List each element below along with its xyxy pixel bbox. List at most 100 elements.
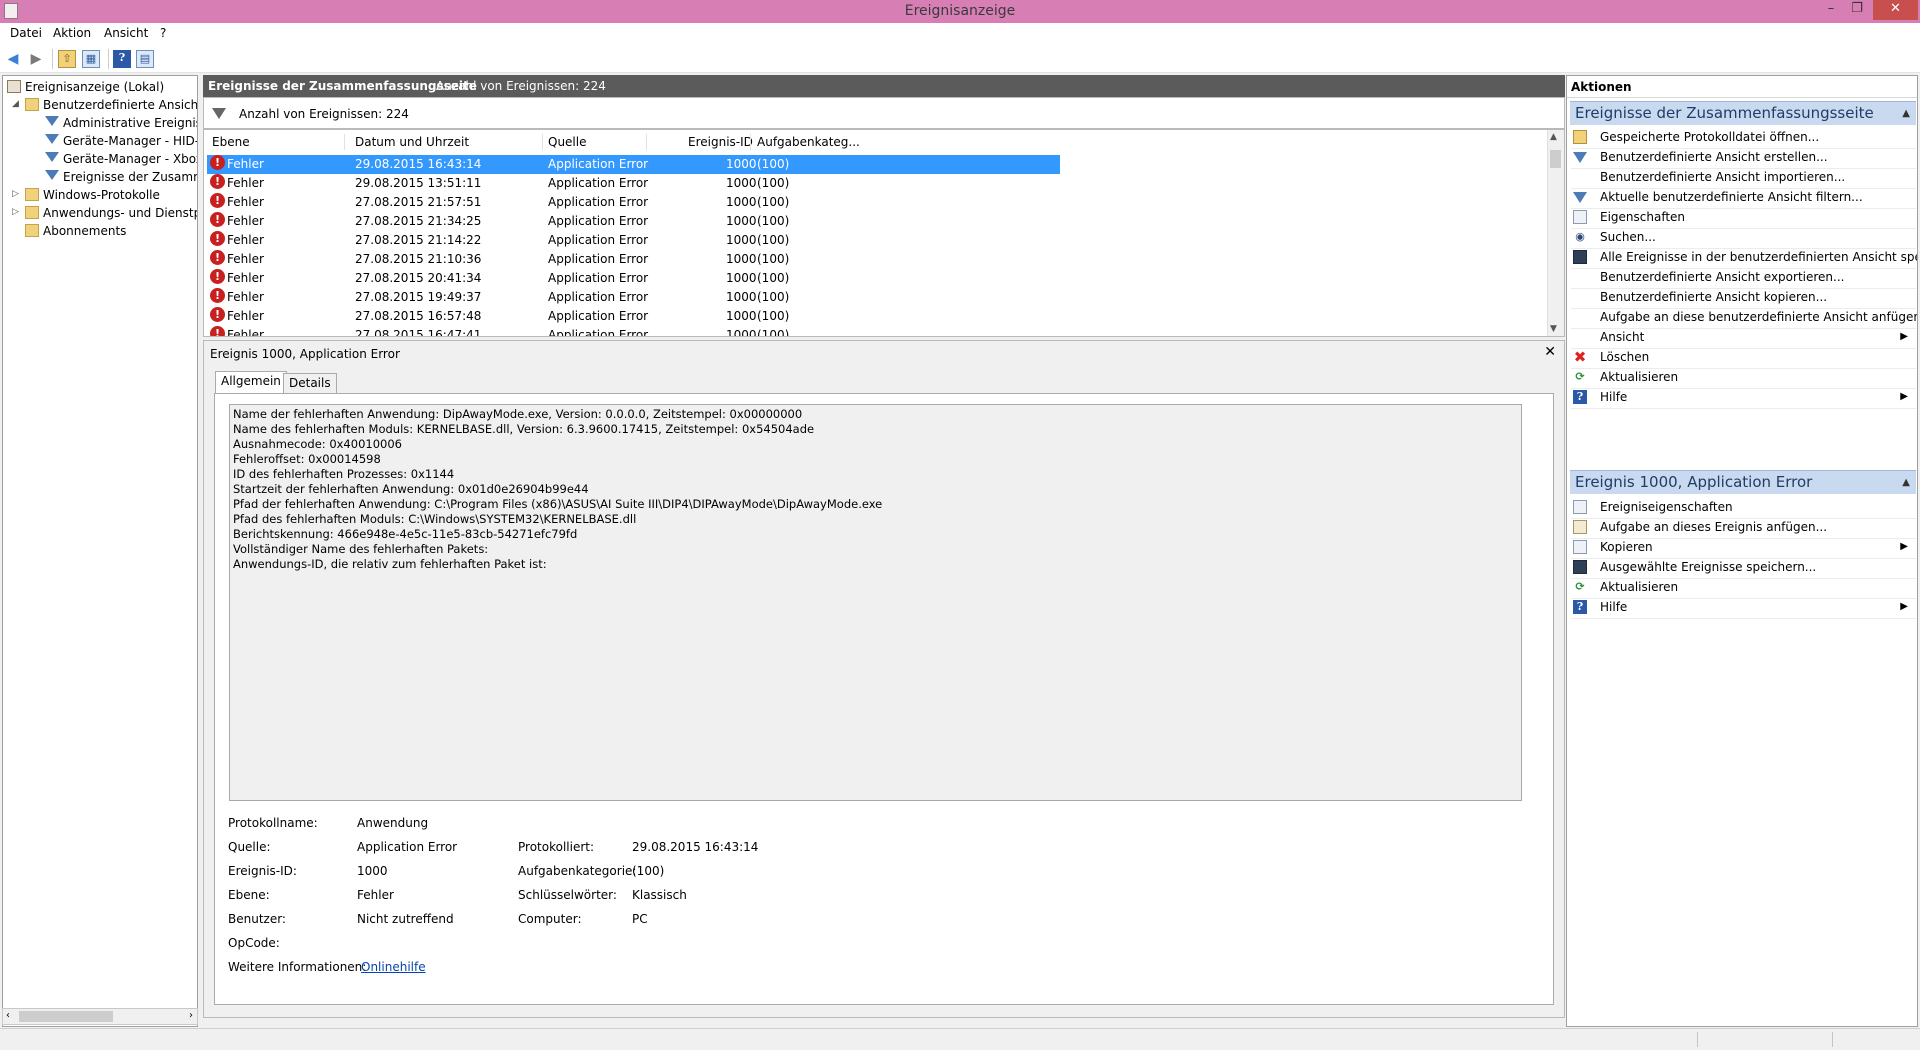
- action-item[interactable]: Alle Ereignisse in der benutzerdefiniert…: [1571, 247, 1917, 269]
- collapse-icon[interactable]: ▲: [1902, 102, 1910, 125]
- action-item[interactable]: ⟳ Aktualisieren: [1571, 367, 1916, 389]
- scroll-left-icon[interactable]: ‹: [6, 1010, 10, 1021]
- action-item[interactable]: Ansicht ▶: [1571, 327, 1916, 349]
- close-icon[interactable]: ✕: [1544, 344, 1556, 360]
- action-item[interactable]: Benutzerdefinierte Ansicht erstellen...: [1571, 147, 1916, 169]
- back-arrow-icon[interactable]: ◀: [3, 49, 23, 69]
- tree-item-admin-events[interactable]: Administrative Ereignisse: [45, 114, 197, 132]
- column-header-category[interactable]: Aufgabenkateg...: [757, 135, 860, 149]
- forward-arrow-icon[interactable]: ▶: [26, 49, 46, 69]
- menu-ansicht[interactable]: Ansicht: [104, 26, 148, 40]
- action-item[interactable]: ◉ Suchen...: [1571, 227, 1916, 249]
- scroll-thumb[interactable]: [19, 1011, 113, 1022]
- tree-item-xbox[interactable]: Geräte-Manager - Xbox 360: [45, 150, 197, 168]
- cell-event-id: 1000: [726, 271, 757, 285]
- action-item[interactable]: Aktuelle benutzerdefinierte Ansicht filt…: [1571, 187, 1916, 209]
- action-item[interactable]: Ausgewählte Ereignisse speichern...: [1571, 557, 1916, 579]
- menu-aktion[interactable]: Aktion: [53, 26, 91, 40]
- tree-horizontal-scrollbar[interactable]: ‹ ›: [2, 1008, 198, 1025]
- actions-section-view[interactable]: Ereignisse der Zusammenfassungsseite ▲: [1570, 101, 1916, 125]
- column-header-date[interactable]: Datum und Uhrzeit: [355, 135, 469, 149]
- submenu-arrow-icon: ▶: [1900, 601, 1908, 612]
- cell-level: Fehler: [227, 157, 264, 171]
- action-item[interactable]: Aufgabe an diese benutzerdefinierte Ansi…: [1571, 307, 1917, 329]
- error-icon: !: [210, 174, 225, 189]
- action-item[interactable]: ? Hilfe ▶: [1571, 597, 1916, 619]
- cell-source: Application Error: [548, 290, 649, 304]
- column-header-level[interactable]: Ebene: [212, 135, 250, 149]
- scroll-right-icon[interactable]: ›: [189, 1010, 193, 1021]
- action-label: Ansicht: [1600, 330, 1645, 344]
- tree-item-app-logs[interactable]: Anwendungs- und Dienstprotokolle: [25, 204, 197, 222]
- action-pane-icon[interactable]: ▤: [136, 50, 154, 68]
- table-row[interactable]: ! Fehler 29.08.2015 16:43:14 Application Er…: [207, 155, 1060, 174]
- action-item[interactable]: ✖ Löschen: [1571, 347, 1916, 369]
- message-line: Pfad der fehlerhaften Anwendung: C:\Prog…: [233, 497, 883, 511]
- actions-title: Aktionen: [1567, 76, 1917, 98]
- error-icon: !: [210, 307, 225, 322]
- column-separator[interactable]: [344, 134, 345, 150]
- minimize-button[interactable]: –: [1819, 0, 1843, 20]
- table-row[interactable]: ! Fehler 29.08.2015 13:51:11 Application Er…: [207, 174, 1060, 193]
- action-item[interactable]: Kopieren ▶: [1571, 537, 1916, 559]
- column-header-event-id[interactable]: Ereignis-ID: [688, 135, 753, 149]
- cell-source: Application Error: [548, 252, 649, 266]
- tree-item-summary-events[interactable]: Ereignisse der Zusammenfassungsseite: [45, 168, 197, 186]
- cell-source: Application Error: [548, 214, 649, 228]
- event-message[interactable]: Name der fehlerhaften Anwendung: DipAway…: [229, 404, 1522, 801]
- help-icon[interactable]: ?: [113, 50, 131, 68]
- action-item[interactable]: Benutzerdefinierte Ansicht importieren..…: [1571, 167, 1916, 189]
- action-item[interactable]: Ereigniseigenschaften: [1571, 497, 1916, 519]
- scroll-down-icon[interactable]: ▼: [1550, 324, 1557, 334]
- tab-details[interactable]: Details: [283, 373, 337, 394]
- table-row[interactable]: ! Fehler 27.08.2015 16:57:48 Application Er…: [207, 307, 1060, 326]
- table-row[interactable]: ! Fehler 27.08.2015 21:57:51 Application Er…: [207, 193, 1060, 212]
- cell-category: (100): [757, 176, 790, 190]
- table-row[interactable]: ! Fehler 27.08.2015 20:41:34 Application Er…: [207, 269, 1060, 288]
- column-separator[interactable]: [542, 134, 543, 150]
- action-item[interactable]: ⟳ Aktualisieren: [1571, 577, 1916, 599]
- collapse-icon[interactable]: ◢: [12, 99, 19, 109]
- action-item[interactable]: Benutzerdefinierte Ansicht kopieren...: [1571, 287, 1916, 309]
- tree-item-hid-mouse[interactable]: Geräte-Manager - HID-konforme Maus: [45, 132, 197, 150]
- action-item[interactable]: Aufgabe an dieses Ereignis anfügen...: [1571, 517, 1916, 539]
- online-help-link[interactable]: Onlinehilfe: [361, 960, 426, 974]
- tab-allgemein[interactable]: Allgemein: [215, 371, 287, 394]
- restore-button[interactable]: ❐: [1845, 0, 1869, 20]
- collapse-icon[interactable]: ▲: [1902, 471, 1910, 494]
- column-separator[interactable]: [646, 134, 647, 150]
- column-separator[interactable]: [750, 134, 751, 150]
- cell-level: Fehler: [227, 309, 264, 323]
- scroll-thumb[interactable]: [1550, 150, 1561, 168]
- table-row[interactable]: ! Fehler 27.08.2015 21:14:22 Application Er…: [207, 231, 1060, 250]
- close-button[interactable]: ✕: [1873, 0, 1918, 20]
- prop-source-label: Quelle:: [228, 840, 271, 854]
- tree-item-custom-views[interactable]: Benutzerdefinierte Ansichten: [25, 96, 197, 114]
- actions-section-event[interactable]: Ereignis 1000, Application Error ▲: [1570, 470, 1916, 494]
- action-item[interactable]: Benutzerdefinierte Ansicht exportieren..…: [1571, 267, 1916, 289]
- console-tree-icon[interactable]: ▦: [82, 50, 100, 68]
- action-item[interactable]: Eigenschaften: [1571, 207, 1916, 229]
- table-row[interactable]: ! Fehler 27.08.2015 21:34:25 Application Er…: [207, 212, 1060, 231]
- prop-computer-label: Computer:: [518, 912, 582, 926]
- table-row[interactable]: ! Fehler 27.08.2015 19:49:37 Application Er…: [207, 288, 1060, 307]
- list-vertical-scrollbar[interactable]: ▲ ▼: [1547, 130, 1564, 336]
- message-line: Name der fehlerhaften Anwendung: DipAway…: [233, 407, 803, 421]
- column-header-source[interactable]: Quelle: [548, 135, 586, 149]
- menu-datei[interactable]: Datei: [10, 26, 42, 40]
- view-header: Ereignisse der Zusammenfassungsseite Anz…: [203, 75, 1565, 97]
- action-item[interactable]: ? Hilfe ▶: [1571, 387, 1916, 409]
- tree-item-subscriptions[interactable]: Abonnements: [25, 222, 126, 240]
- action-item[interactable]: Gespeicherte Protokolldatei öffnen...: [1571, 127, 1916, 149]
- prop-logged-label: Protokolliert:: [518, 840, 595, 854]
- filter-icon: [45, 152, 59, 165]
- expand-icon[interactable]: ▷: [12, 207, 19, 217]
- table-row[interactable]: ! Fehler 27.08.2015 21:10:36 Application Er…: [207, 250, 1060, 269]
- expand-icon[interactable]: ▷: [12, 189, 19, 199]
- scroll-up-icon[interactable]: ▲: [1550, 132, 1557, 142]
- tree-item-windows-logs[interactable]: Windows-Protokolle: [25, 186, 160, 204]
- menu-help[interactable]: ?: [160, 26, 166, 40]
- up-folder-icon[interactable]: ⇧: [58, 50, 76, 68]
- table-row[interactable]: ! Fehler 27.08.2015 16:47:41 Application Er…: [207, 326, 1060, 336]
- tree-item-root[interactable]: Ereignisanzeige (Lokal): [7, 78, 164, 96]
